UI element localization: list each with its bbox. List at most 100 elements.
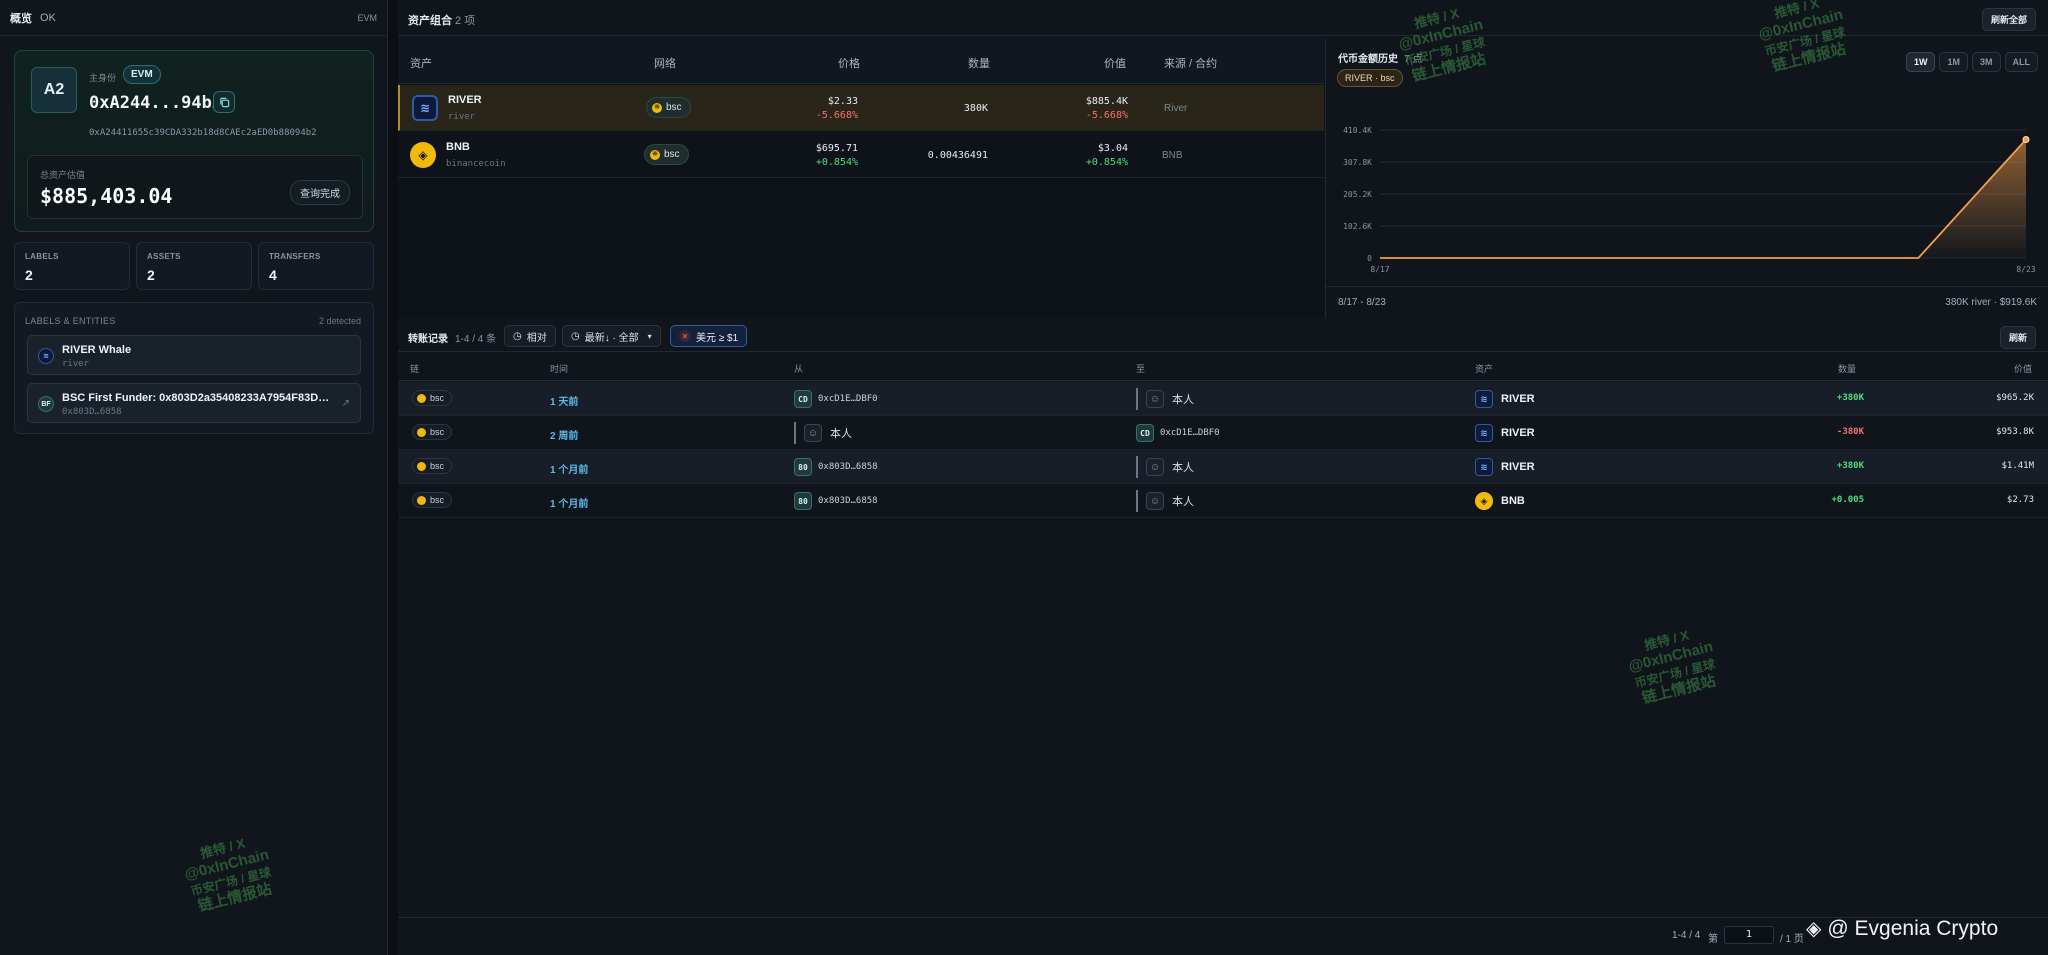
transfer-asset: ◈ BNB [1475,492,1525,510]
refresh-all-button[interactable]: 刷新全部 [1981,8,2036,31]
bsc-icon [417,427,426,437]
col-network: 网络 [654,58,676,70]
sort-filter-dropdown[interactable]: ◷ 最新↓ · 全部 ▾ [562,325,661,347]
chart-holding-summary: 380K river · $919.6K [1945,297,2037,308]
refresh-button[interactable]: 刷新 [1999,326,2036,349]
col-chain: 链 [410,364,420,374]
col-value: 价值 [1104,58,1126,70]
watermark: 推特 / X @0xInChain 币安广场 / 星球 链上情报站 [1626,627,1718,708]
person-icon: ☺ [1146,492,1164,510]
transfer-amount: +0.005 [1831,495,1864,505]
col-asset: 资产 [410,58,432,70]
data-point [2022,135,2030,143]
person-icon: ☺ [1146,390,1164,408]
transfer-asset: ≋ RIVER [1475,390,1535,408]
watermark: 推特 / X @0xInChain 币安广场 / 星球 链上情报站 [182,835,274,916]
main-panel: 资产组合 2 项 刷新全部 资产 网络 价格 数量 价值 来源 / 合约 ≋ R… [398,0,2048,955]
chain-pill: bsc [412,424,453,440]
to-self: ☺ 本人 [1136,456,1194,478]
usd-min-filter[interactable]: ✕ 美元 ≥ $1 [670,325,748,347]
bf-avatar-icon: BF [38,396,54,412]
clock-icon: ◷ [513,330,522,342]
transfer-time[interactable]: 2 周前 [550,427,578,442]
chain-pill: bsc [412,492,453,508]
overview-panel: 概览 OK EVM A2 主身份 EVM 0xA244...94b2 0xA24… [0,0,388,955]
overview-title: 概览 [10,12,32,25]
chain-badge: EVM [123,65,161,84]
copy-icon [219,97,229,107]
chart-points: 7 点 [1404,54,1423,65]
stat-label: LABELS [25,252,59,261]
labels-entities-panel: LABELS & ENTITIES 2 detected ≋ RIVER Wha… [14,302,374,434]
to-self: ☺ 本人 [1136,490,1194,512]
series-area [1380,139,2026,258]
close-icon[interactable]: ✕ [679,330,691,342]
avatar: A2 [31,67,77,113]
query-done-button[interactable]: 查询完成 [290,180,350,205]
stat-assets[interactable]: ASSETS 2 [136,242,252,290]
credit-watermark: ◈ @ Evgenia Crypto [1806,916,1998,941]
address-avatar: 80 [794,458,812,476]
assets-table: 资产 网络 价格 数量 价值 来源 / 合约 ≋ RIVER river ❋ bs… [398,38,1324,318]
assets-table-header: 资产 网络 价格 数量 价值 来源 / 合约 [398,38,1324,84]
chevron-down-icon: ▾ [647,331,652,341]
asset-row[interactable]: ◈ BNB binancecoin ❋ bsc $695.71 +0.854% 0… [398,132,1324,178]
chain-pill: bsc [412,390,453,406]
entity-sub: 0x803D…6858 [62,407,122,417]
bsc-icon [417,495,426,505]
transfer-row[interactable]: bsc 1 天前 CD 0xcD1E…DBF0 ☺ 本人 ≋ RIVER +38… [398,382,2048,416]
identity-card: A2 主身份 EVM 0xA244...94b2 0xA24411655c39C… [14,50,374,232]
external-link-icon[interactable]: ↗ [342,398,350,409]
col-source: 来源 / 合约 [1164,58,1218,70]
range-1m-button[interactable]: 1M [1939,52,1968,72]
range-3m-button[interactable]: 3M [1971,52,2001,72]
stat-value: 2 [147,267,155,283]
from-address[interactable]: 80 0x803D…6858 [794,458,878,476]
to-address[interactable]: CD 0xcD1E…DBF0 [1136,424,1220,442]
range-1w-button[interactable]: 1W [1905,52,1936,72]
from-address[interactable]: CD 0xcD1E…DBF0 [794,390,878,408]
person-icon: ☺ [1146,458,1164,476]
y-tick-label: 205.2K [1343,190,1372,199]
copy-address-button[interactable] [213,91,235,113]
entity-item[interactable]: ≋ RIVER Whale river [27,335,361,375]
transfer-value: $965.2K [1996,393,2034,403]
entity-item[interactable]: BF BSC First Funder: 0x803D2a35408233A79… [27,383,361,423]
entity-name: RIVER Whale [62,344,132,356]
stat-labels[interactable]: LABELS 2 [14,242,130,290]
bnb-icon: ◈ [1475,492,1493,510]
transfers-toolbar: 转账记录 1-4 / 4 条 ◷ 相对 ◷ 最新↓ · 全部 ▾ ✕ 美元 ≥ $1 刷… [398,320,2048,352]
transfers-count: 1-4 / 4 条 [455,334,497,345]
relative-time-toggle[interactable]: ◷ 相对 [504,325,556,347]
credit-text: @ Evgenia Crypto [1827,916,1999,940]
transfer-row[interactable]: bsc 1 个月前 80 0x803D…6858 ☺ 本人 ◈ BNB +0.0… [398,484,2048,518]
asset-price-change: -5.668% [815,110,858,121]
total-value-box: 总资产估值 $885,403.04 查询完成 [27,155,363,219]
total-value-label: 总资产估值 [40,170,86,180]
stat-transfers[interactable]: TRANSFERS 4 [258,242,374,290]
transfer-value: $953.8K [1996,427,2034,437]
from-address[interactable]: 80 0x803D…6858 [794,492,878,510]
page-input[interactable]: 1 [1724,926,1774,944]
address-avatar: 80 [794,492,812,510]
range-all-button[interactable]: ALL [2004,52,2038,72]
y-tick-label: 0 [1367,254,1372,263]
y-tick-label: 307.8K [1343,158,1372,167]
entity-name: BSC First Funder: 0x803D2a35408233A7954F… [62,392,332,404]
river-icon: ≋ [1475,458,1493,476]
stat-label: ASSETS [147,252,181,261]
col-from: 从 [794,364,804,374]
asset-value: $3.04 [1097,143,1128,154]
to-self: ☺ 本人 [1136,388,1194,410]
transfer-row[interactable]: bsc 1 个月前 80 0x803D…6858 ☺ 本人 ≋ RIVER +3… [398,450,2048,484]
asset-value-change: +0.854% [1085,157,1128,168]
asset-row[interactable]: ≋ RIVER river ❋ bsc $2.33 -5.668% 380K $8… [398,85,1324,131]
transfer-time[interactable]: 1 个月前 [550,461,588,476]
transfer-time[interactable]: 1 天前 [550,393,578,408]
entities-count: 2 detected [318,316,361,326]
page-total: / 1 页 [1780,934,1804,945]
transfer-row[interactable]: bsc 2 周前 ☺ 本人 CD 0xcD1E…DBF0 ≋ RIVER -38… [398,416,2048,450]
chain-pill: bsc [412,458,453,474]
overview-header: 概览 OK EVM [0,0,387,36]
transfer-time[interactable]: 1 个月前 [550,495,588,510]
